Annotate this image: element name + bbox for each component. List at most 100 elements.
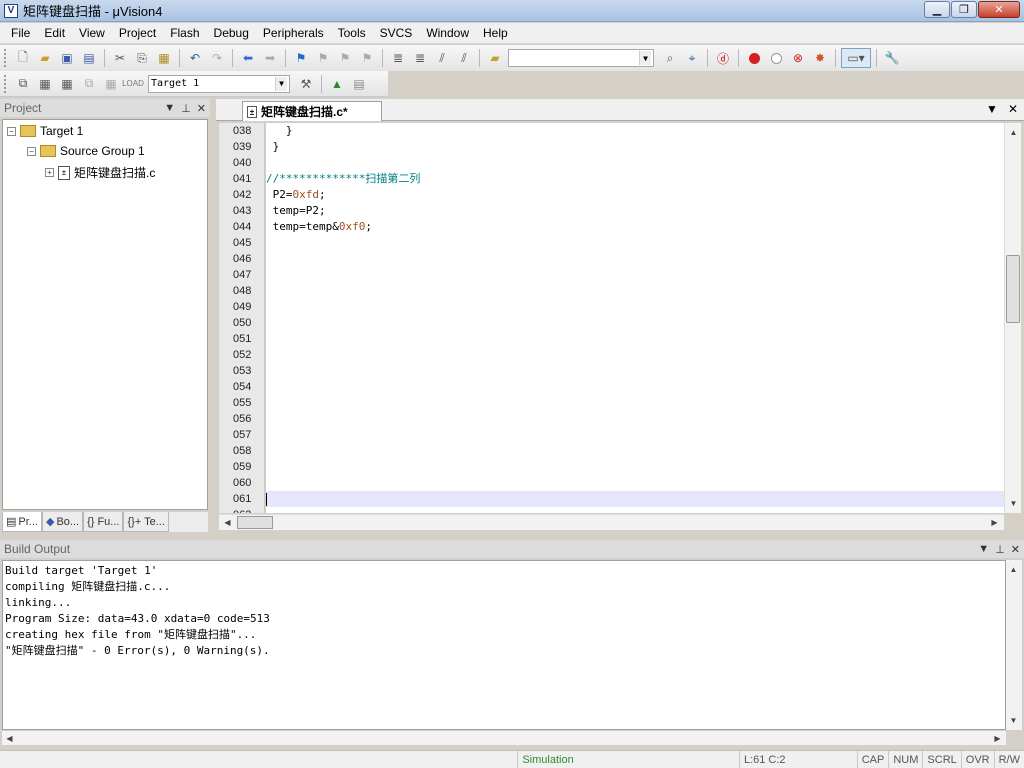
rebuild-icon[interactable]: ▦ xyxy=(57,74,77,94)
panel-menu-icon[interactable]: ▼ xyxy=(164,102,175,115)
code-line[interactable] xyxy=(266,235,1004,251)
close-tab-icon[interactable]: ✕ xyxy=(1008,102,1018,116)
code-line[interactable] xyxy=(266,395,1004,411)
code-line[interactable] xyxy=(266,475,1004,491)
code-line[interactable] xyxy=(266,347,1004,363)
close-panel-icon[interactable]: ✕ xyxy=(1011,543,1020,556)
menu-file[interactable]: File xyxy=(4,26,37,40)
unindent-icon[interactable]: ≣ xyxy=(410,48,430,68)
code-line[interactable] xyxy=(266,315,1004,331)
uncomment-icon[interactable]: ⫽ xyxy=(454,48,474,68)
clear-bookmarks-icon[interactable]: ⚑ xyxy=(357,48,377,68)
scroll-up-icon[interactable]: ▲ xyxy=(1006,562,1021,577)
current-code-line[interactable] xyxy=(266,491,1004,507)
build-icon[interactable]: ▦ xyxy=(35,74,55,94)
scroll-up-icon[interactable]: ▲ xyxy=(1006,125,1021,140)
code-line[interactable] xyxy=(266,363,1004,379)
tab-functions[interactable]: {} Fu... xyxy=(83,512,124,532)
save-all-icon[interactable]: ▤ xyxy=(79,48,99,68)
tab-books[interactable]: ◆ Bo... xyxy=(41,512,84,532)
chevron-down-icon[interactable]: ▼ xyxy=(639,51,651,65)
editor-vertical-scrollbar[interactable]: ▲ ▼ xyxy=(1004,123,1021,513)
expand-icon[interactable]: + xyxy=(45,168,54,177)
code-line[interactable] xyxy=(266,331,1004,347)
new-file-icon[interactable]: 🗋 xyxy=(13,48,33,68)
editor-horizontal-scrollbar[interactable]: ◀ ▶ xyxy=(219,514,1004,530)
menu-view[interactable]: View xyxy=(72,26,112,40)
restore-button[interactable]: ❐ xyxy=(951,1,977,18)
tab-list-icon[interactable]: ▼ xyxy=(986,102,998,116)
close-button[interactable]: ✕ xyxy=(978,1,1020,18)
output-vertical-scrollbar[interactable]: ▲ ▼ xyxy=(1006,560,1022,730)
code-line[interactable] xyxy=(266,299,1004,315)
stop-build-icon[interactable]: ▦ xyxy=(101,74,121,94)
indent-icon[interactable]: ≣ xyxy=(388,48,408,68)
configure-icon[interactable]: 🔧 xyxy=(882,48,902,68)
window-layout-icon[interactable]: ▭▾ xyxy=(841,48,871,68)
prev-bookmark-icon[interactable]: ⚑ xyxy=(313,48,333,68)
disable-breakpoint-icon[interactable] xyxy=(766,48,786,68)
menu-tools[interactable]: Tools xyxy=(331,26,373,40)
code-line[interactable] xyxy=(266,283,1004,299)
save-icon[interactable]: ▣ xyxy=(57,48,77,68)
menu-window[interactable]: Window xyxy=(419,26,476,40)
disable-all-breakpoints-icon[interactable]: ⊗ xyxy=(788,48,808,68)
menu-debug[interactable]: Debug xyxy=(207,26,256,40)
redo-icon[interactable]: ↷ xyxy=(207,48,227,68)
menu-help[interactable]: Help xyxy=(476,26,515,40)
chevron-down-icon[interactable]: ▼ xyxy=(275,76,287,91)
code-line[interactable]: P2=0xfd; xyxy=(266,187,1004,203)
scroll-left-icon[interactable]: ◀ xyxy=(2,731,17,746)
batch-build-icon[interactable]: ⧉ xyxy=(79,74,99,94)
pin-icon[interactable]: ⊥ xyxy=(995,543,1005,556)
menu-peripherals[interactable]: Peripherals xyxy=(256,26,331,40)
scroll-down-icon[interactable]: ▼ xyxy=(1006,496,1021,511)
code-line[interactable]: } xyxy=(266,139,1004,155)
find-icon[interactable]: ⌕ xyxy=(660,48,680,68)
collapse-icon[interactable]: − xyxy=(27,146,36,156)
code-line[interactable] xyxy=(266,251,1004,267)
target-options-icon[interactable]: ⚒ xyxy=(296,74,316,94)
code-line[interactable]: //*************扫描第二列 xyxy=(266,171,1004,187)
incremental-find-icon[interactable]: ⌖ xyxy=(682,48,702,68)
debug-session-icon[interactable]: ⓓ xyxy=(713,48,733,68)
scroll-thumb[interactable] xyxy=(1006,255,1020,323)
code-line[interactable] xyxy=(266,267,1004,283)
code-line[interactable] xyxy=(266,443,1004,459)
target-select[interactable]: Target 1 ▼ xyxy=(148,74,290,93)
manage-components-icon[interactable]: ▲ xyxy=(327,74,347,94)
manage-books-icon[interactable]: ▤ xyxy=(349,74,369,94)
code-line[interactable]: temp=P2; xyxy=(266,203,1004,219)
minimize-button[interactable]: ▁ xyxy=(924,1,950,18)
next-bookmark-icon[interactable]: ⚑ xyxy=(335,48,355,68)
scroll-down-icon[interactable]: ▼ xyxy=(1006,713,1021,728)
collapse-icon[interactable]: − xyxy=(7,126,16,136)
scroll-thumb[interactable] xyxy=(237,516,273,529)
close-panel-icon[interactable]: ✕ xyxy=(197,102,206,115)
scroll-right-icon[interactable]: ▶ xyxy=(990,731,1005,746)
output-horizontal-scrollbar[interactable]: ◀ ▶ xyxy=(2,731,1006,745)
code-line[interactable] xyxy=(266,155,1004,171)
insert-breakpoint-icon[interactable] xyxy=(744,48,764,68)
find-in-files-icon[interactable]: ▰ xyxy=(485,48,505,68)
find-combobox[interactable]: ▼ xyxy=(508,49,654,67)
kill-all-breakpoints-icon[interactable]: ✸ xyxy=(810,48,830,68)
code-line[interactable] xyxy=(266,459,1004,475)
code-line[interactable]: } xyxy=(266,123,1004,139)
code-line[interactable] xyxy=(266,379,1004,395)
navigate-forward-icon[interactable]: ➡ xyxy=(260,48,280,68)
undo-icon[interactable]: ↶ xyxy=(185,48,205,68)
download-icon[interactable]: LOAD xyxy=(122,74,144,94)
build-output-text[interactable]: Build target 'Target 1' compiling 矩阵键盘扫描.… xyxy=(2,560,1006,730)
comment-icon[interactable]: ⫽ xyxy=(432,48,452,68)
scroll-right-icon[interactable]: ▶ xyxy=(987,515,1002,530)
toolbar-grip[interactable] xyxy=(4,74,8,93)
cut-icon[interactable]: ✂ xyxy=(110,48,130,68)
navigate-back-icon[interactable]: ⬅ xyxy=(238,48,258,68)
toolbar-grip[interactable] xyxy=(4,49,8,67)
menu-project[interactable]: Project xyxy=(112,26,163,40)
menu-svcs[interactable]: SVCS xyxy=(373,26,420,40)
tree-node-group[interactable]: − Source Group 1 xyxy=(27,144,145,158)
copy-icon[interactable]: ⎘ xyxy=(132,48,152,68)
translate-icon[interactable]: ⧉ xyxy=(13,74,33,94)
